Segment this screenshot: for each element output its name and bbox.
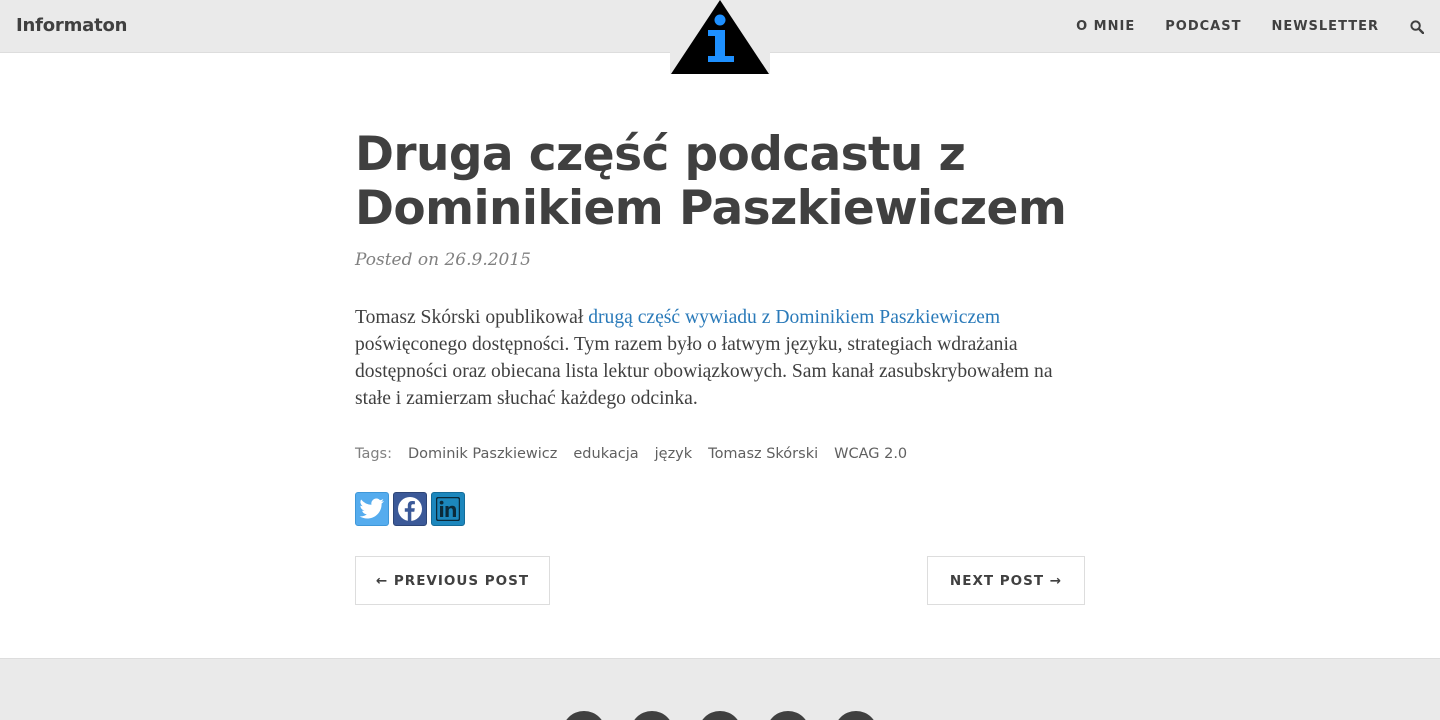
facebook-icon	[398, 497, 422, 521]
tag-link[interactable]: Tomasz Skórski	[708, 446, 818, 462]
footer-social-icon[interactable]	[698, 711, 742, 720]
tag-link[interactable]: WCAG 2.0	[834, 446, 907, 462]
share-facebook-button[interactable]	[393, 492, 427, 526]
post-body: Tomasz Skórski opublikował drugą część w…	[355, 304, 1085, 412]
site-logo[interactable]	[670, 0, 770, 74]
tags-label: Tags:	[355, 446, 392, 462]
tag-list: Tags: Dominik Paszkiewicz edukacja język…	[355, 446, 1085, 462]
search-button[interactable]	[1394, 0, 1440, 53]
nav-item-o-mnie[interactable]: O MNIE	[1061, 19, 1150, 34]
footer-social-icon[interactable]	[562, 711, 606, 720]
footer-social-links	[562, 711, 878, 720]
brand-link[interactable]: Informaton	[16, 15, 127, 36]
nav-item-newsletter[interactable]: NEWSLETTER	[1256, 19, 1394, 34]
footer-social-icon[interactable]	[834, 711, 878, 720]
tag-link[interactable]: edukacja	[573, 446, 638, 462]
post-date: Posted on 26.9.2015	[355, 250, 531, 270]
footer-social-icon[interactable]	[630, 711, 674, 720]
post-article: Druga część podcastu z Dominikiem Paszki…	[355, 128, 1085, 605]
post-title: Druga część podcastu z Dominikiem Paszki…	[355, 127, 1067, 236]
tag-link[interactable]: Dominik Paszkiewicz	[408, 446, 557, 462]
post-body-text-end: poświęconego dostępności. Tym razem było…	[355, 334, 1053, 409]
share-buttons	[355, 492, 1085, 526]
next-post-button[interactable]: NEXT POST →	[927, 556, 1085, 605]
nav-item-podcast[interactable]: PODCAST	[1150, 19, 1256, 34]
share-twitter-button[interactable]	[355, 492, 389, 526]
main-nav: O MNIE PODCAST NEWSLETTER	[1061, 0, 1440, 53]
page-footer	[0, 658, 1440, 720]
linkedin-icon	[436, 497, 460, 521]
post-body-text-start: Tomasz Skórski opublikował	[355, 307, 589, 328]
post-pager: ← PREVIOUS POST NEXT POST →	[355, 556, 1085, 605]
search-icon	[1410, 19, 1424, 34]
interview-link[interactable]: drugą część wywiadu z Dominikiem Paszkie…	[588, 307, 1000, 328]
information-triangle-logo-icon	[671, 0, 769, 74]
previous-post-button[interactable]: ← PREVIOUS POST	[355, 556, 550, 605]
tag-link[interactable]: język	[655, 446, 693, 462]
twitter-icon	[359, 498, 384, 519]
footer-social-icon[interactable]	[766, 711, 810, 720]
share-linkedin-button[interactable]	[431, 492, 465, 526]
